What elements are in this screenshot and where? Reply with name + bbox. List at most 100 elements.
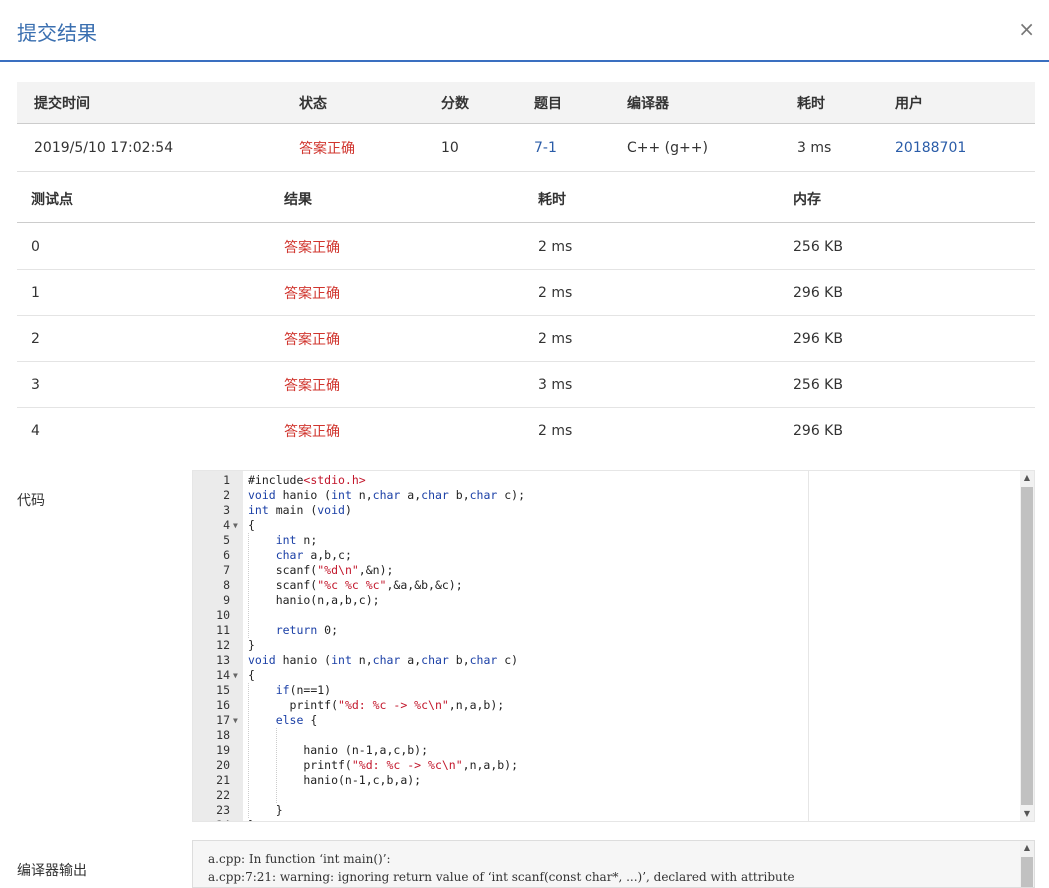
case-time: 3 ms	[538, 376, 573, 393]
case-time: 2 ms	[538, 423, 573, 439]
scrollbar-thumb[interactable]	[1021, 857, 1033, 887]
header-compiler: 编译器	[627, 95, 669, 112]
code-line: 12}	[193, 638, 1034, 653]
summary-row: 2019/5/10 17:02:54 答案正确 10 7-1 C++ (g++)…	[17, 124, 1035, 172]
status-badge: 答案正确	[299, 140, 355, 157]
compiler-output-box[interactable]: a.cpp: In function ‘int main()’: a.cpp:7…	[192, 840, 1035, 888]
line-number: 18	[216, 728, 230, 742]
line-number: 6	[223, 548, 230, 562]
code-line: 17 ▼ else {	[193, 713, 1034, 728]
fold-toggle-icon[interactable]: ▼	[233, 668, 238, 683]
line-number: 17	[216, 713, 230, 727]
code-line: 18	[193, 728, 1034, 743]
case-result: 答案正确	[284, 239, 340, 256]
table-row: 0 答案正确 2 ms 256 KB	[17, 224, 1035, 270]
editor-scrollbar[interactable]: ▲ ▼	[1020, 471, 1034, 821]
indent-guide	[248, 683, 249, 818]
code-line: 22	[193, 788, 1034, 803]
line-number: 13	[216, 653, 230, 667]
code-line: 5 int n;	[193, 533, 1034, 548]
line-number: 24	[193, 818, 230, 821]
code-line: 10	[193, 608, 1034, 623]
compiler-output-line: a.cpp:7:21: warning: ignoring return val…	[208, 870, 795, 884]
fold-toggle-icon[interactable]: ▼	[233, 713, 238, 728]
header-problem: 题目	[534, 95, 562, 112]
code-text: void hanio (int n,char a,char b,char c)	[248, 653, 519, 667]
scroll-up-icon[interactable]: ▲	[1020, 471, 1034, 485]
code-text: int n;	[275, 533, 318, 547]
code-line: 19 hanio (n-1,a,c,b);	[193, 743, 1034, 758]
case-id: 2	[31, 330, 40, 347]
code-line: 6 char a,b,c;	[193, 548, 1034, 563]
case-result: 答案正确	[284, 285, 340, 302]
compiler-output-scrollbar[interactable]: ▲	[1020, 841, 1034, 887]
code-text: scanf("%c %c %c",&a,&b,&c);	[248, 578, 463, 592]
test-case-header-row: 测试点 结果 耗时 内存	[17, 175, 1035, 223]
line-number: 4	[223, 518, 230, 532]
code-line: 8 scanf("%c %c %c",&a,&b,&c);	[193, 578, 1034, 593]
line-number: 22	[216, 788, 230, 802]
line-number: 23	[216, 803, 230, 817]
close-icon[interactable]: ×	[1018, 18, 1035, 40]
code-editor[interactable]: 1 #include<stdio.h> 2 void hanio (int n,cha…	[192, 470, 1035, 822]
line-number: 2	[223, 488, 230, 502]
case-time: 2 ms	[538, 330, 573, 347]
table-row: 1 答案正确 2 ms 296 KB	[17, 270, 1035, 316]
code-text: printf("%d: %c -> %c\n",n,a,b);	[248, 758, 519, 772]
compiler-output-line: a.cpp: In function ‘int main()’:	[208, 852, 391, 866]
user-link[interactable]: 20188701	[895, 124, 966, 171]
header-time: 耗时	[538, 191, 566, 208]
indent-guide	[248, 533, 249, 638]
header-score: 分数	[441, 95, 469, 112]
code-line: 15 if(n==1)	[193, 683, 1034, 698]
case-id: 1	[31, 284, 40, 301]
code-line: 23 }	[193, 803, 1034, 818]
code-line: 21 hanio(n-1,c,b,a);	[193, 773, 1034, 788]
code-text: if(n==1)	[275, 683, 332, 697]
line-number: 5	[223, 533, 230, 547]
scroll-up-icon[interactable]: ▲	[1020, 841, 1034, 855]
code-text: hanio(n,a,b,c);	[248, 593, 380, 607]
code-text: scanf("%d\n",&n);	[248, 563, 394, 577]
header-test-point: 测试点	[31, 191, 73, 208]
code-text: else {	[275, 713, 318, 727]
code-text: char a,b,c;	[275, 548, 352, 562]
problem-link[interactable]: 7-1	[534, 124, 557, 171]
code-text: printf("%d: %c -> %c\n",n,a,b);	[248, 698, 505, 712]
compiler-output-text: a.cpp: In function ‘int main()’: a.cpp:7…	[208, 850, 795, 886]
scrollbar-thumb[interactable]	[1021, 487, 1033, 805]
line-number: 16	[216, 698, 230, 712]
code-line: 20 printf("%d: %c -> %c\n",n,a,b);	[193, 758, 1034, 773]
code-text: }	[248, 638, 255, 652]
case-time: 2 ms	[538, 238, 573, 255]
code-label: 代码	[17, 493, 45, 509]
submit-time: 2019/5/10 17:02:54	[34, 139, 174, 156]
case-result: 答案正确	[284, 424, 340, 440]
case-time: 2 ms	[538, 284, 573, 301]
line-number: 8	[223, 578, 230, 592]
compiler-value: C++ (g++)	[627, 139, 708, 156]
score-value: 10	[441, 139, 459, 156]
dialog-title: 提交结果	[17, 21, 97, 45]
table-row: 3 答案正确 3 ms 256 KB	[17, 362, 1035, 408]
code-line: 2 void hanio (int n,char a,char b,char c)…	[193, 488, 1034, 503]
line-number: 3	[223, 503, 230, 517]
code-text: hanio(n-1,c,b,a);	[248, 773, 422, 787]
code-text: }	[248, 818, 255, 821]
case-memory: 296 KB	[793, 284, 843, 301]
line-number: 12	[216, 638, 230, 652]
line-number: 7	[223, 563, 230, 577]
line-number: 14	[216, 668, 230, 682]
line-number: 1	[223, 473, 230, 487]
case-id: 3	[31, 376, 40, 393]
code-line: 16 printf("%d: %c -> %c\n",n,a,b);	[193, 698, 1034, 713]
code-text: return 0;	[275, 623, 339, 637]
fold-toggle-icon[interactable]: ▼	[233, 518, 238, 533]
scroll-down-icon[interactable]: ▼	[1020, 807, 1034, 821]
code-line: 11 return 0;	[193, 623, 1034, 638]
code-text: {	[248, 668, 255, 682]
code-line: 3 int main (void)	[193, 503, 1034, 518]
case-memory: 296 KB	[793, 423, 843, 439]
line-number: 19	[216, 743, 230, 757]
code-line: 24}	[193, 818, 1034, 821]
